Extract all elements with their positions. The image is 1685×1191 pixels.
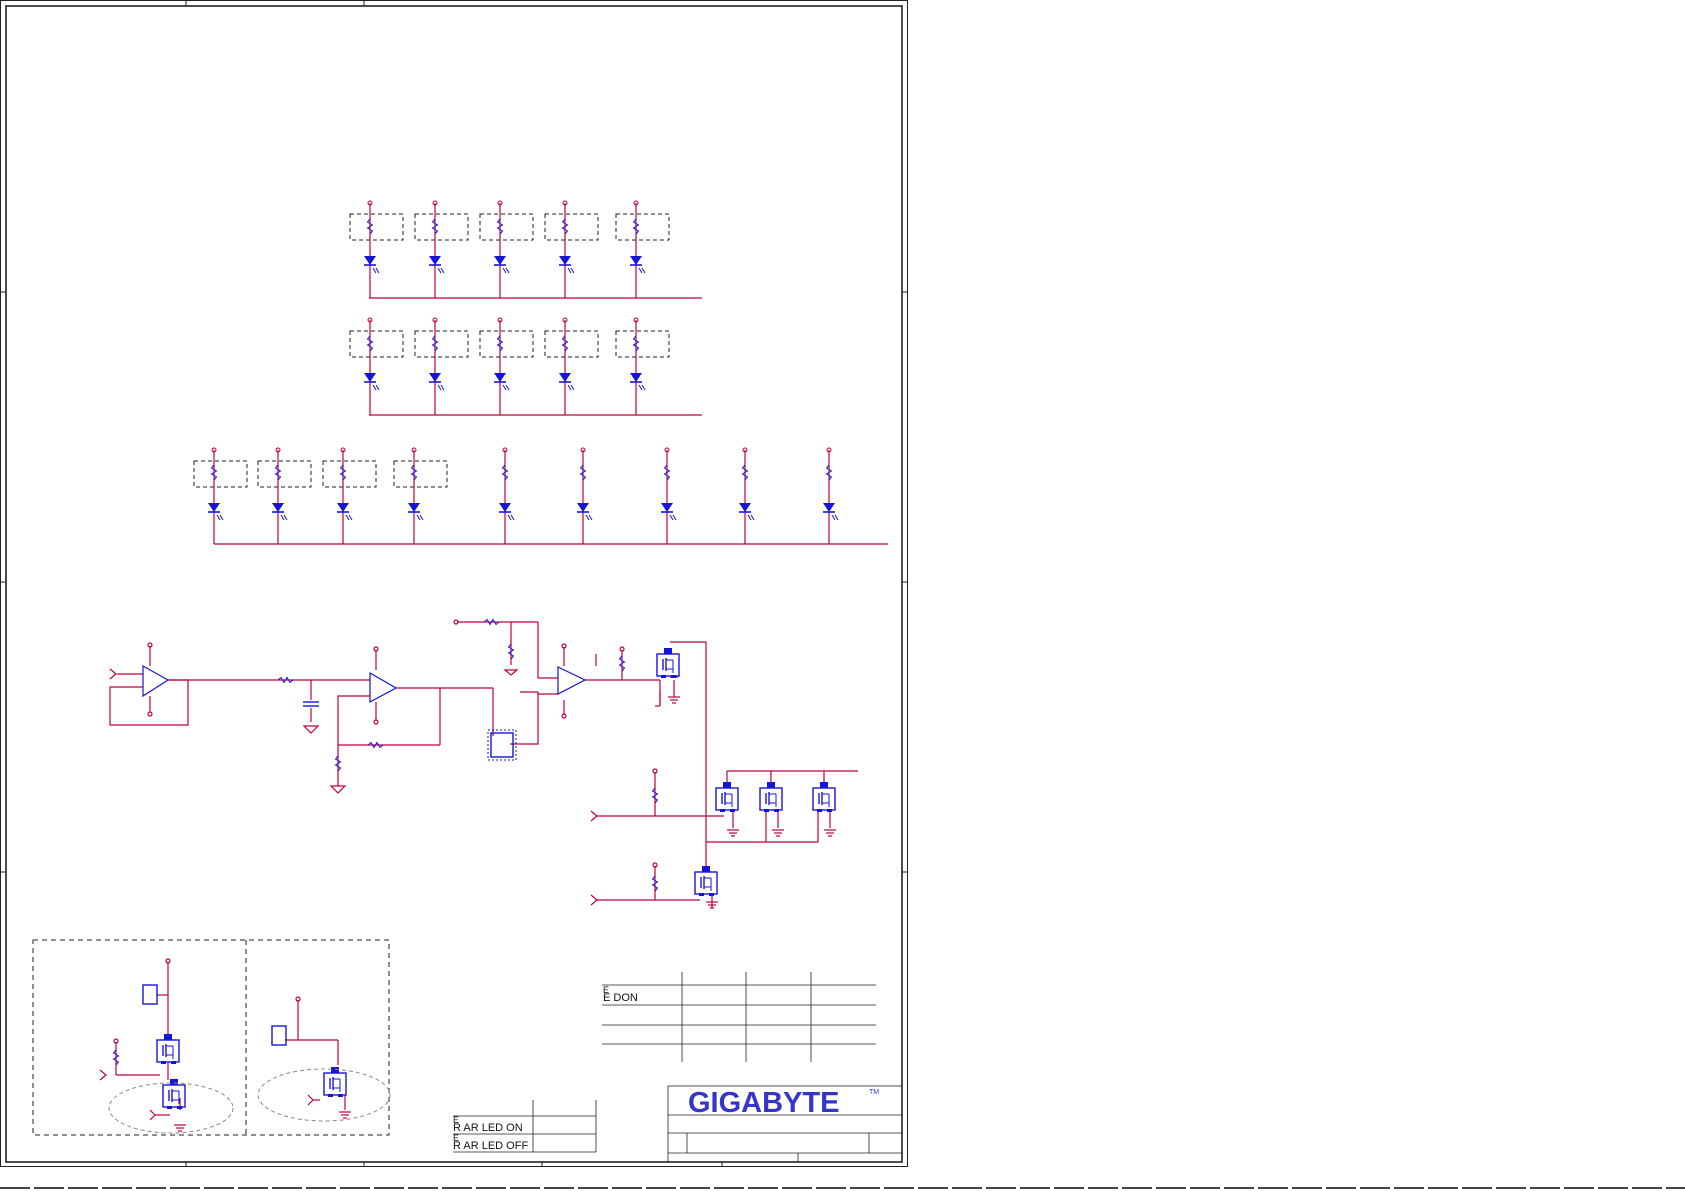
led-column xyxy=(193,447,248,544)
led-column xyxy=(414,317,469,415)
mosfet-icon xyxy=(759,781,783,813)
title-block: GIGABYTE TM xyxy=(667,1085,903,1163)
led-column xyxy=(544,200,599,298)
led-driver-circuit xyxy=(109,619,858,909)
led-column xyxy=(414,200,469,298)
sheet-frame xyxy=(0,0,908,1167)
connector-icon xyxy=(142,984,158,1005)
company-logo: GIGABYTE xyxy=(688,1087,839,1119)
led-icon xyxy=(498,502,515,521)
ic-icon xyxy=(490,732,514,758)
led-column xyxy=(349,200,404,298)
led-icon xyxy=(576,502,593,521)
mosfet-icon xyxy=(323,1066,347,1098)
led-icon xyxy=(407,502,424,521)
led-column xyxy=(322,447,377,544)
led-column xyxy=(615,317,670,415)
led-bank-row2 xyxy=(349,317,702,416)
led-icon xyxy=(558,372,575,391)
led-column xyxy=(498,447,515,544)
led-icon xyxy=(271,502,288,521)
rear-table-row-2: R AR LED ON xyxy=(453,1122,523,1134)
opamp-icon xyxy=(369,671,398,704)
led-icon xyxy=(363,255,380,274)
optional-circuit-boxes xyxy=(32,939,391,1136)
led-column xyxy=(349,317,404,415)
led-column xyxy=(738,447,755,544)
schematic-sheet: E E DON E R AR LED ON E R AR LED OFF GIG… xyxy=(0,0,1685,1189)
led-column xyxy=(544,317,599,415)
led-column xyxy=(615,200,670,298)
led-column xyxy=(479,200,534,298)
led-icon xyxy=(493,255,510,274)
mosfet-icon xyxy=(694,865,718,897)
led-column xyxy=(660,447,677,544)
led-icon xyxy=(660,502,677,521)
led-icon xyxy=(428,372,445,391)
rear-led-table: E R AR LED ON E R AR LED OFF xyxy=(453,1100,597,1153)
led-column xyxy=(822,447,839,544)
led-column xyxy=(576,447,593,544)
led-column xyxy=(257,447,312,544)
rear-table-row-4: R AR LED OFF xyxy=(453,1140,528,1152)
led-icon xyxy=(363,372,380,391)
mosfet-icon xyxy=(656,647,680,679)
led-icon xyxy=(428,255,445,274)
led-icon xyxy=(738,502,755,521)
mosfet-icon xyxy=(812,781,836,813)
led-state-table: E E DON xyxy=(602,972,876,1062)
led-icon xyxy=(493,372,510,391)
opamp-icon xyxy=(557,666,587,695)
led-column xyxy=(479,317,534,415)
led-icon xyxy=(822,502,839,521)
led-icon xyxy=(336,502,353,521)
led-icon xyxy=(558,255,575,274)
led-icon xyxy=(629,372,646,391)
logo-trademark: TM xyxy=(869,1089,879,1096)
led-bank-row1 xyxy=(349,200,702,299)
led-icon xyxy=(207,502,224,521)
led-icon xyxy=(629,255,646,274)
led-bank-row3 xyxy=(193,447,888,545)
mosfet-icon xyxy=(156,1033,180,1065)
led-table-row-2: E DON xyxy=(603,992,638,1004)
opamp-icon xyxy=(142,664,170,698)
mosfet-icon xyxy=(715,781,739,813)
led-column xyxy=(393,447,448,544)
connector-icon xyxy=(271,1025,287,1046)
